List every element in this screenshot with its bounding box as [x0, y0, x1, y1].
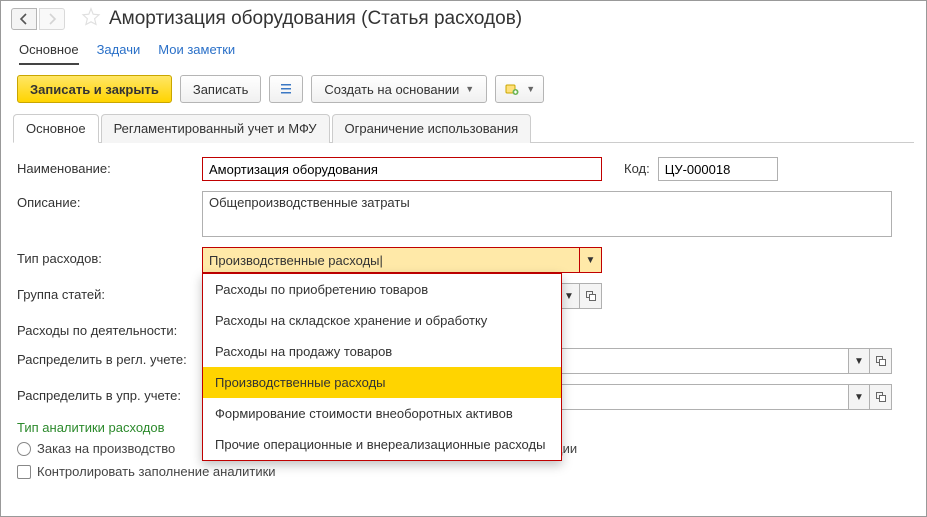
main-tabs: Основное Задачи Мои заметки — [1, 34, 926, 65]
dist-reg-dropdown-button[interactable]: ▼ — [848, 348, 870, 374]
chevron-down-icon: ▼ — [526, 84, 535, 94]
favorite-star-icon[interactable] — [81, 7, 101, 30]
list-button[interactable] — [269, 75, 303, 103]
dist-mgmt-label: Распределить в упр. учете: — [17, 384, 202, 403]
dist-mgmt-open-button[interactable] — [870, 384, 892, 410]
expense-type-option[interactable]: Расходы на складское хранение и обработк… — [203, 305, 561, 336]
main-tab-tasks[interactable]: Задачи — [97, 42, 141, 65]
toolbar: Записать и закрыть Записать Создать на о… — [1, 65, 926, 113]
code-input[interactable] — [658, 157, 778, 181]
main-tab-notes[interactable]: Мои заметки — [158, 42, 235, 65]
sub-tab-main[interactable]: Основное — [13, 114, 99, 143]
expense-type-combobox[interactable]: Производственные расходы — [202, 247, 580, 273]
expense-type-dropdown: Расходы по приобретению товаровРасходы н… — [202, 273, 562, 461]
expense-type-option[interactable]: Формирование стоимости внеоборотных акти… — [203, 398, 561, 429]
create-based-on-label: Создать на основании — [324, 82, 459, 97]
expense-type-label: Тип расходов: — [17, 247, 202, 266]
order-radio-label: Заказ на производство — [37, 441, 175, 456]
nav-forward-button[interactable] — [39, 8, 65, 30]
write-button[interactable]: Записать — [180, 75, 262, 103]
description-textarea[interactable]: Общепроизводственные затраты — [202, 191, 892, 237]
name-input[interactable] — [202, 157, 602, 181]
group-open-button[interactable] — [580, 283, 602, 309]
control-checkbox-label: Контролировать заполнение аналитики — [37, 464, 276, 479]
expense-type-dropdown-button[interactable]: ▼ — [580, 247, 602, 273]
sub-tab-limit[interactable]: Ограничение использования — [332, 114, 532, 143]
dist-reg-label: Распределить в регл. учете: — [17, 348, 202, 367]
order-radio[interactable] — [17, 442, 31, 456]
control-checkbox[interactable] — [17, 465, 31, 479]
description-label: Описание: — [17, 191, 202, 210]
chevron-down-icon: ▼ — [465, 84, 474, 94]
expense-type-option[interactable]: Расходы по приобретению товаров — [203, 274, 561, 305]
create-based-on-button[interactable]: Создать на основании ▼ — [311, 75, 487, 103]
sub-tab-reg[interactable]: Регламентированный учет и МФУ — [101, 114, 330, 143]
code-label: Код: — [624, 157, 650, 176]
expense-type-option[interactable]: Прочие операционные и внереализационные … — [203, 429, 561, 460]
dist-mgmt-dropdown-button[interactable]: ▼ — [848, 384, 870, 410]
write-and-close-button[interactable]: Записать и закрыть — [17, 75, 172, 103]
main-tab-main[interactable]: Основное — [19, 42, 79, 65]
attachments-button[interactable]: ▼ — [495, 75, 544, 103]
sub-tabs: ОсновноеРегламентированный учет и МФУОгр… — [13, 113, 914, 143]
expense-type-option[interactable]: Производственные расходы — [203, 367, 561, 398]
dist-reg-open-button[interactable] — [870, 348, 892, 374]
nav-back-button[interactable] — [11, 8, 37, 30]
name-label: Наименование: — [17, 157, 202, 176]
group-label: Группа статей: — [17, 283, 202, 302]
expense-type-option[interactable]: Расходы на продажу товаров — [203, 336, 561, 367]
page-title: Амортизация оборудования (Статья расходо… — [109, 8, 522, 30]
activity-label: Расходы по деятельности: — [17, 319, 202, 338]
